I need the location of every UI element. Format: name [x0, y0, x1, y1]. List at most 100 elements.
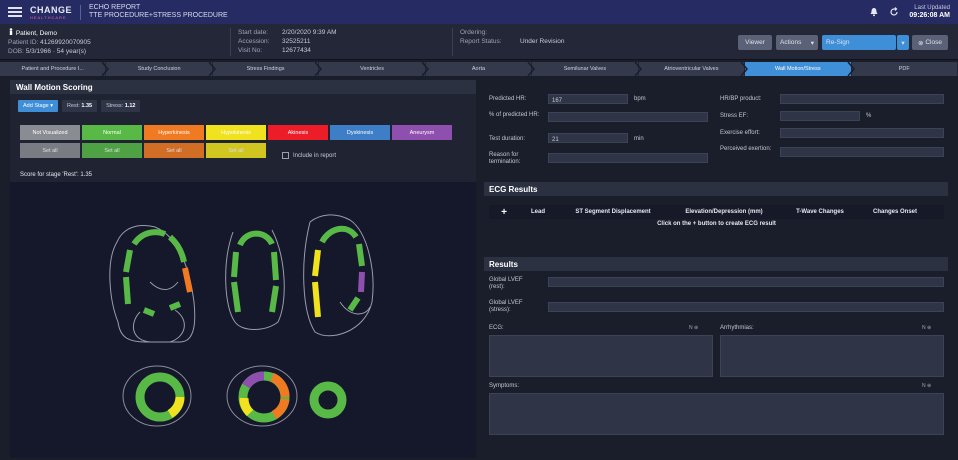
- resign-button[interactable]: Re-Sign: [822, 35, 896, 50]
- col-st-segment: ST Segment Displacement: [575, 209, 651, 215]
- ecg-results-header: ECG Results: [484, 182, 948, 196]
- rest-stage-tab[interactable]: Rest: 1.35: [61, 100, 98, 112]
- perceived-exertion-label: Perceived exertion:: [720, 146, 772, 152]
- set-all-button[interactable]: Set all: [144, 143, 204, 158]
- wm-score-button-normal[interactable]: Normal: [82, 125, 142, 140]
- heart-diagram-canvas[interactable]: [10, 182, 476, 458]
- add-ecg-button[interactable]: +: [489, 207, 519, 218]
- tab-stress-findings[interactable]: Stress Findings: [213, 62, 323, 76]
- tab-study-conclusion[interactable]: Study Conclusion: [106, 62, 216, 76]
- set-all-button[interactable]: Set all: [20, 143, 80, 158]
- test-duration-label: Test duration:: [489, 136, 526, 142]
- report-type: ECHO REPORT: [89, 4, 141, 11]
- col-t-wave: T-Wave Changes: [796, 209, 844, 215]
- report-title: ECHO REPORT TTE PROCEDURE+STRESS PROCEDU…: [89, 4, 228, 20]
- wm-score-button-aneurysm[interactable]: Aneurysm: [392, 125, 452, 140]
- accession: 32525211: [282, 38, 311, 45]
- arrhythmias-tools[interactable]: N ⊕: [922, 325, 931, 331]
- stress-ef-unit: %: [866, 113, 872, 119]
- close-button[interactable]: ⊗ Close: [912, 35, 948, 50]
- col-lead: Lead: [530, 209, 545, 215]
- exercise-effort-select[interactable]: [780, 128, 944, 138]
- viewer-button[interactable]: Viewer: [738, 35, 772, 50]
- person-icon: [9, 28, 13, 35]
- tab-atrioventricular-valves[interactable]: Atrioventricular Valves: [639, 62, 749, 76]
- close-label: Close: [925, 39, 942, 46]
- app-header: CHANGE HEALTHCARE ECHO REPORT TTE PROCED…: [0, 0, 958, 24]
- tab-semilunar-valves[interactable]: Semilunar Valves: [532, 62, 642, 76]
- patient-id-label: Patient ID:: [8, 39, 39, 46]
- test-duration-input[interactable]: 21: [548, 133, 628, 143]
- include-in-report[interactable]: Include in report: [282, 152, 336, 159]
- pct-predicted-label: % of predicted HR:: [489, 112, 540, 118]
- global-lvef-rest-select[interactable]: [548, 277, 944, 287]
- stress-ef-label: Stress EF:: [720, 113, 749, 119]
- brand-logo: CHANGE HEALTHCARE: [30, 4, 82, 20]
- hrbp-input[interactable]: [780, 94, 944, 104]
- menu-icon[interactable]: [8, 7, 22, 17]
- tab-ventricles[interactable]: Ventricles: [319, 62, 429, 76]
- symptoms-field[interactable]: [489, 393, 944, 435]
- arrhythmias-label: Arrhythmias:: [720, 325, 754, 331]
- wm-score-button-hyperkinesis[interactable]: Hyperkinesis: [144, 125, 204, 140]
- predicted-hr-unit: bpm: [634, 96, 646, 102]
- patient-id: 41269920070905: [40, 39, 91, 46]
- wm-score-button-hypokinesis[interactable]: Hypokinesis: [206, 125, 266, 140]
- global-lvef-stress-select[interactable]: [548, 302, 944, 312]
- tab-pdf[interactable]: PDF: [852, 62, 958, 76]
- chevron-down-icon: ▾: [810, 39, 814, 47]
- stress-stage-tab[interactable]: Stress: 1.12: [101, 100, 141, 112]
- reason-termination-label: Reason for termination:: [489, 152, 521, 165]
- nav-chevron-icon: [314, 62, 323, 76]
- set-all-button[interactable]: Set all: [206, 143, 266, 158]
- stress-results-panel: Predicted HR: 167 bpm % of predicted HR:…: [484, 80, 948, 458]
- global-lvef-stress-label: Global LVEF (stress):: [489, 300, 523, 313]
- last-updated: Last Updated 09:26:08 AM: [909, 5, 950, 19]
- tab-wall-motion-stress[interactable]: Wall Motion/Stress: [745, 62, 855, 76]
- set-all-button[interactable]: Set all: [82, 143, 142, 158]
- refresh-icon[interactable]: [889, 7, 899, 17]
- section-nav: Patient and Procedure I... Study Conclus…: [0, 62, 958, 76]
- predicted-hr-input[interactable]: 167: [548, 94, 628, 104]
- col-elevation: Elevation/Depression (mm): [685, 209, 763, 215]
- stress-ef-input[interactable]: [780, 111, 860, 121]
- nav-chevron-icon: [208, 62, 216, 76]
- wm-score-button-dyskinesis[interactable]: Dyskinesis: [330, 125, 390, 140]
- logo-subtext: HEALTHCARE: [30, 14, 67, 20]
- stage-score: Score for stage 'Rest': 1.35: [20, 172, 92, 178]
- heart-diagram[interactable]: [10, 182, 476, 458]
- wall-motion-title: Wall Motion Scoring: [10, 80, 476, 94]
- visit-no: 12677434: [282, 47, 311, 54]
- reason-termination-select[interactable]: [548, 153, 708, 163]
- symptoms-tools[interactable]: N ⊕: [922, 383, 931, 389]
- add-stage-button[interactable]: Add Stage ▾: [18, 100, 58, 112]
- results-header: Results: [484, 257, 948, 271]
- hrbp-label: HR/BP product:: [720, 96, 762, 102]
- global-lvef-rest-label: Global LVEF (rest):: [489, 277, 523, 290]
- include-label: Include in report: [293, 152, 337, 159]
- tab-patient-procedure[interactable]: Patient and Procedure I...: [0, 62, 110, 76]
- report-status: Under Revision: [520, 38, 565, 45]
- dob-label: DOB:: [8, 48, 24, 55]
- tab-aorta[interactable]: Aorta: [426, 62, 536, 76]
- actions-label: Actions: [780, 39, 802, 46]
- ecg-notes-tools[interactable]: N ⊕: [689, 325, 698, 331]
- nav-chevron-icon: [101, 62, 110, 76]
- report-procedure: TTE PROCEDURE+STRESS PROCEDURE: [89, 12, 228, 19]
- wall-motion-panel: Wall Motion Scoring Add Stage ▾ Rest: 1.…: [10, 80, 476, 458]
- pct-predicted-input[interactable]: [548, 112, 708, 122]
- bell-icon[interactable]: [869, 7, 879, 17]
- arrhythmias-field[interactable]: [720, 335, 944, 377]
- ecg-table-header: + Lead ST Segment Displacement Elevation…: [489, 205, 944, 219]
- wm-score-button-not-visualized[interactable]: Not Visualized: [20, 125, 80, 140]
- ecg-notes-field[interactable]: [489, 335, 713, 377]
- perceived-exertion-select[interactable]: [780, 147, 944, 157]
- symptoms-label: Symptoms:: [489, 383, 520, 389]
- col-changes-onset: Changes Onset: [872, 209, 917, 215]
- nav-chevron-icon: [846, 62, 855, 76]
- resign-dropdown-icon[interactable]: ▾: [897, 35, 909, 50]
- visit-no-label: Visit No:: [238, 47, 263, 54]
- include-checkbox[interactable]: [282, 152, 289, 159]
- wm-score-button-akinesis[interactable]: Akinesis: [268, 125, 328, 140]
- actions-dropdown[interactable]: Actions ▾: [776, 35, 818, 50]
